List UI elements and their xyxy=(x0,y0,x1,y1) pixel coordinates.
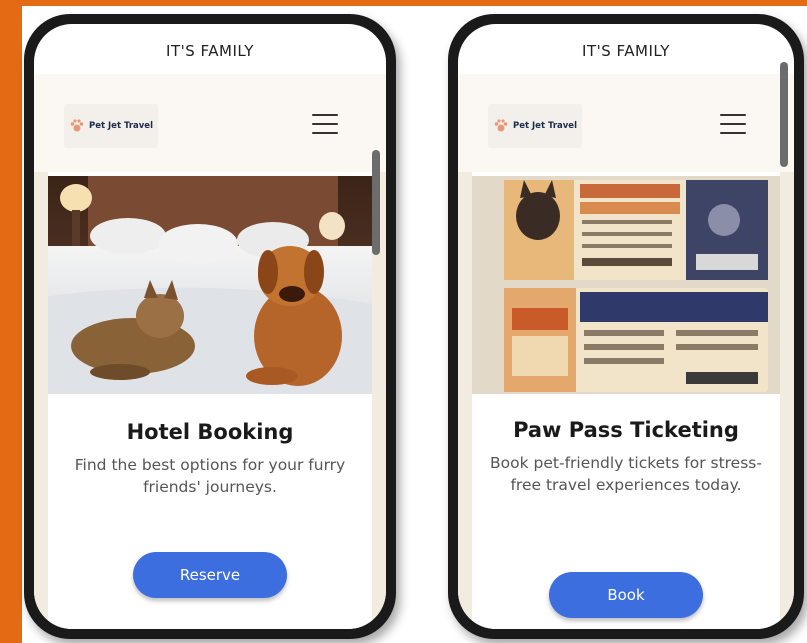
phone-right: IT'S FAMILY Pet Jet Travel Paw Pass Tick… xyxy=(448,14,804,639)
page-title: IT'S FAMILY xyxy=(582,42,670,60)
logo[interactable]: Pet Jet Travel xyxy=(488,104,582,148)
content-area: Hotel Booking Find the best options for … xyxy=(34,172,386,629)
reserve-button[interactable]: Reserve xyxy=(133,552,287,598)
scrollbar[interactable] xyxy=(780,62,788,167)
site-header: Pet Jet Travel xyxy=(458,74,794,172)
phone-screen: IT'S FAMILY Pet Jet Travel xyxy=(458,24,794,629)
scrollbar[interactable] xyxy=(372,150,380,255)
hamburger-menu-icon[interactable] xyxy=(720,114,746,134)
card-description: Book pet-friendly tickets for stress-fre… xyxy=(490,454,762,494)
book-button[interactable]: Book xyxy=(549,572,703,618)
card-title: Hotel Booking xyxy=(126,420,294,444)
paw-icon xyxy=(70,119,84,132)
service-card: Hotel Booking Find the best options for … xyxy=(48,172,372,629)
hotel-room-illustration xyxy=(48,176,372,394)
pet-tickets-image xyxy=(472,176,780,394)
logo[interactable]: Pet Jet Travel xyxy=(64,104,158,148)
logo-text: Pet Jet Travel xyxy=(89,121,153,131)
site-header: Pet Jet Travel xyxy=(34,74,386,172)
hotel-pets-image xyxy=(48,176,372,394)
paw-icon xyxy=(494,119,508,132)
page-title: IT'S FAMILY xyxy=(166,42,254,60)
hamburger-menu-icon[interactable] xyxy=(312,114,338,134)
card-title: Paw Pass Ticketing xyxy=(513,418,739,442)
service-card: Paw Pass Ticketing Book pet-friendly tic… xyxy=(472,172,780,629)
orange-top-bar xyxy=(0,0,807,6)
card-description: Find the best options for your furry fri… xyxy=(74,456,346,496)
tickets-illustration xyxy=(472,176,780,394)
content-area: Paw Pass Ticketing Book pet-friendly tic… xyxy=(458,172,794,629)
logo-text: Pet Jet Travel xyxy=(513,121,577,131)
phone-screen: IT'S FAMILY Pet Jet Travel xyxy=(34,24,386,629)
phone-left: IT'S FAMILY Pet Jet Travel Hotel Booking… xyxy=(24,14,396,639)
orange-side-bar xyxy=(0,0,22,643)
